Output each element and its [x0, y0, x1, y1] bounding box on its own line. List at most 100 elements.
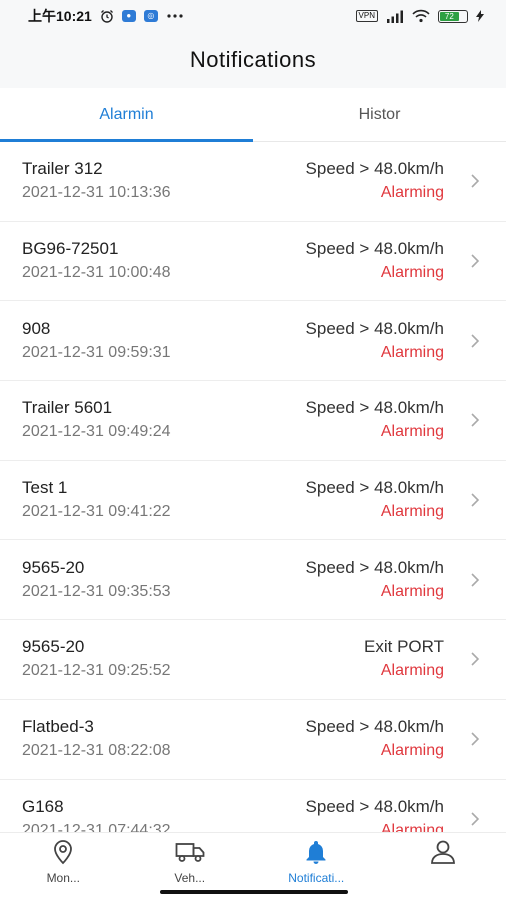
notification-row[interactable]: 9565-20 2021-12-31 09:25:52 Exit PORT Alarm…	[0, 620, 506, 700]
notification-row[interactable]: Flatbed-3 2021-12-31 08:22:08 Speed > 48.0…	[0, 700, 506, 780]
notification-info: 9565-20 2021-12-31 09:25:52	[22, 636, 364, 682]
app-notification-icon-2: ◎	[143, 10, 158, 22]
alarm-event: Speed > 48.0km/h	[305, 159, 444, 179]
tab-history[interactable]: Histor	[253, 88, 506, 141]
status-bar: 上午10:21 ● ◎ VPN 72	[0, 0, 506, 32]
notification-info: Trailer 5601 2021-12-31 09:49:24	[22, 397, 306, 443]
page-title: Notifications	[189, 47, 317, 72]
alarm-status: Alarming	[380, 264, 444, 282]
notification-row[interactable]: 9565-20 2021-12-31 09:35:53 Speed > 48.0km…	[0, 540, 506, 621]
vehicle-name: 9565-20	[22, 557, 85, 577]
notification-detail: Speed > 48.0km/h Alarming	[306, 318, 444, 364]
notification-time: 2021-12-31 09:41:22	[22, 503, 171, 521]
notification-time: 2021-12-31 09:59:31	[22, 343, 171, 361]
truck-icon	[175, 839, 205, 865]
notification-time: 2021-12-31 10:13:36	[22, 184, 171, 202]
battery-level: 72	[440, 11, 459, 21]
notification-detail: Exit PORT Alarming	[364, 636, 444, 682]
header: Notifications	[0, 32, 506, 88]
chevron-right-icon	[470, 253, 480, 269]
notification-time: 2021-12-31 07:44:32	[22, 821, 171, 832]
vpn-badge: VPN	[355, 10, 378, 22]
notification-time: 2021-12-31 10:00:48	[22, 264, 171, 282]
chevron-right-icon	[470, 173, 480, 189]
alarm-event: Speed > 48.0km/h	[305, 557, 444, 577]
notification-row[interactable]: Trailer 312 2021-12-31 10:13:36 Speed > 48…	[0, 142, 506, 222]
notification-row[interactable]: Trailer 5601 2021-12-31 09:49:24 Speed > 4…	[0, 381, 506, 461]
app-notification-icon: ●	[121, 10, 136, 22]
notification-info: Test 1 2021-12-31 09:41:22	[22, 477, 306, 523]
location-pin-icon	[52, 839, 74, 865]
notification-detail: Speed > 48.0km/h Alarming	[306, 716, 444, 762]
home-indicator	[160, 890, 348, 894]
alarm-event: Speed > 48.0km/h	[305, 796, 444, 816]
alarm-status: Alarming	[380, 662, 444, 680]
chevron-right-icon	[470, 651, 480, 667]
person-icon	[430, 839, 456, 865]
alarm-status: Alarming	[380, 742, 444, 760]
alarm-status: Alarming	[380, 423, 444, 441]
nav-profile[interactable]	[380, 833, 506, 900]
vehicle-name: G168	[22, 796, 64, 816]
nav-monitor[interactable]: Mon...	[0, 833, 127, 900]
notification-time: 2021-12-31 09:49:24	[22, 423, 171, 441]
notification-time: 2021-12-31 09:35:53	[22, 582, 171, 600]
notification-row[interactable]: 908 2021-12-31 09:59:31 Speed > 48.0km/h Al…	[0, 301, 506, 382]
nav-label: Veh...	[174, 871, 206, 885]
battery-icon: 72	[438, 9, 468, 23]
notification-info: 9565-20 2021-12-31 09:35:53	[22, 557, 306, 603]
notification-time: 2021-12-31 09:25:52	[22, 662, 171, 680]
alarm-event: Speed > 48.0km/h	[305, 478, 444, 498]
bell-icon	[304, 839, 328, 865]
vehicle-name: 9565-20	[22, 637, 85, 657]
notification-list[interactable]: Trailer 312 2021-12-31 10:13:36 Speed > 48…	[0, 142, 506, 832]
chevron-right-icon	[470, 811, 480, 827]
tab-bar: Alarmin Histor	[0, 88, 506, 142]
alarm-status: Alarming	[380, 582, 444, 600]
notification-detail: Speed > 48.0km/h Alarming	[306, 557, 444, 603]
notification-info: 908 2021-12-31 09:59:31	[22, 318, 306, 364]
notification-detail: Speed > 48.0km/h Alarming	[306, 796, 444, 832]
chevron-right-icon	[470, 412, 480, 428]
nav-label: Notificati...	[288, 871, 345, 885]
alarm-event: Speed > 48.0km/h	[305, 717, 444, 737]
chevron-right-icon	[470, 333, 480, 349]
notification-detail: Speed > 48.0km/h Alarming	[306, 477, 444, 523]
nav-label: Mon...	[46, 871, 80, 885]
vehicle-name: Test 1	[22, 478, 68, 498]
chevron-right-icon	[470, 492, 480, 508]
alarm-status: Alarming	[380, 343, 444, 361]
wifi-icon	[412, 9, 430, 23]
vehicle-name: Flatbed-3	[22, 717, 94, 737]
notification-info: Flatbed-3 2021-12-31 08:22:08	[22, 716, 306, 762]
charging-icon	[476, 10, 484, 22]
more-notifications-icon	[166, 13, 184, 19]
chevron-right-icon	[470, 572, 480, 588]
alarm-event: Exit PORT	[364, 637, 444, 657]
signal-icon	[386, 10, 404, 23]
notification-info: G168 2021-12-31 07:44:32	[22, 796, 306, 832]
notification-detail: Speed > 48.0km/h Alarming	[306, 397, 444, 443]
notification-time: 2021-12-31 08:22:08	[22, 742, 171, 760]
notification-info: BG96-72501 2021-12-31 10:00:48	[22, 238, 306, 284]
notification-info: Trailer 312 2021-12-31 10:13:36	[22, 158, 306, 204]
chevron-right-icon	[470, 731, 480, 747]
alarm-event: Speed > 48.0km/h	[305, 239, 444, 259]
alarm-clock-icon	[100, 9, 114, 23]
notification-detail: Speed > 48.0km/h Alarming	[306, 238, 444, 284]
alarm-event: Speed > 48.0km/h	[305, 398, 444, 418]
vehicle-name: Trailer 5601	[22, 398, 113, 418]
vehicle-name: 908	[22, 318, 51, 338]
notification-row[interactable]: Test 1 2021-12-31 09:41:22 Speed > 48.0km/…	[0, 461, 506, 541]
notification-row[interactable]: BG96-72501 2021-12-31 10:00:48 Speed > 48.…	[0, 222, 506, 302]
notification-detail: Speed > 48.0km/h Alarming	[306, 158, 444, 204]
vehicle-name: BG96-72501	[22, 239, 119, 259]
alarm-status: Alarming	[380, 184, 444, 202]
notification-row[interactable]: G168 2021-12-31 07:44:32 Speed > 48.0km/h A…	[0, 780, 506, 832]
alarm-status: Alarming	[380, 503, 444, 521]
vehicle-name: Trailer 312	[22, 159, 103, 179]
alarm-event: Speed > 48.0km/h	[305, 318, 444, 338]
tab-alarming[interactable]: Alarmin	[0, 88, 253, 142]
alarm-status: Alarming	[380, 821, 444, 832]
status-time: 上午10:21	[28, 8, 92, 24]
